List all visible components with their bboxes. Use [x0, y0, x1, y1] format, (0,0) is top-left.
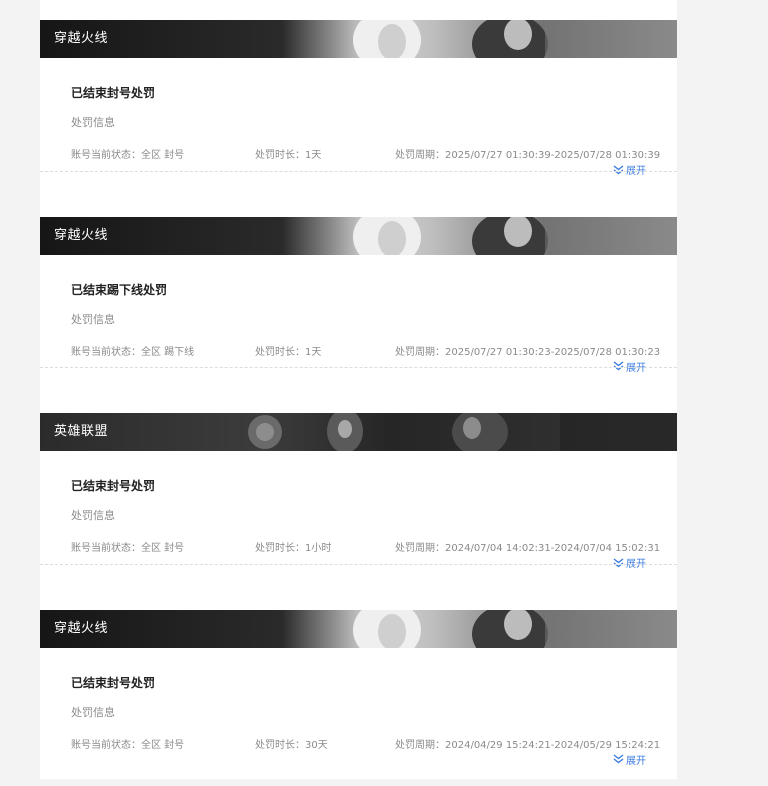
punishment-period: 处罚周期：2025/07/27 01:30:39-2025/07/28 01:3…: [395, 146, 660, 161]
game-name: 穿越火线: [54, 610, 108, 648]
expand-button[interactable]: 展开: [613, 162, 646, 177]
punishment-info-label: 处罚信息: [71, 311, 115, 327]
double-chevron-down-icon: [613, 558, 624, 568]
expand-label: 展开: [626, 752, 646, 767]
punishment-record-list: 穿越火线 已结束封号处罚 处罚信息 账号当前状态：全区 封号 处罚时长：1天 处…: [40, 0, 677, 779]
double-chevron-down-icon: [613, 361, 624, 371]
game-name: 穿越火线: [54, 20, 108, 58]
record-divider: [40, 564, 677, 565]
expand-label: 展开: [626, 555, 646, 570]
punishment-record: 英雄联盟 已结束封号处罚 处罚信息 账号当前状态：全区 封号 处罚时长：1小时 …: [40, 393, 677, 590]
game-banner: 穿越火线: [40, 610, 677, 648]
expand-label: 展开: [626, 359, 646, 374]
account-state: 账号当前状态：全区 封号: [71, 539, 184, 554]
game-name: 英雄联盟: [54, 413, 108, 451]
account-state: 账号当前状态：全区 封号: [71, 146, 184, 161]
punishment-duration: 处罚时长：1天: [255, 146, 321, 161]
punishment-status-title: 已结束封号处罚: [71, 674, 155, 691]
record-divider: [40, 367, 677, 368]
punishment-status-title: 已结束封号处罚: [71, 84, 155, 101]
game-name: 穿越火线: [54, 217, 108, 255]
game-banner: 穿越火线: [40, 20, 677, 58]
punishment-period: 处罚周期：2024/07/04 14:02:31-2024/07/04 15:0…: [395, 539, 660, 554]
punishment-record: 穿越火线 已结束封号处罚 处罚信息 账号当前状态：全区 封号 处罚时长：30天 …: [40, 590, 677, 786]
punishment-info-label: 处罚信息: [71, 114, 115, 130]
punishment-info-label: 处罚信息: [71, 704, 115, 720]
double-chevron-down-icon: [613, 165, 624, 175]
punishment-period: 处罚周期：2024/04/29 15:24:21-2024/05/29 15:2…: [395, 736, 660, 751]
punishment-status-title: 已结束踢下线处罚: [71, 281, 167, 298]
banner-artwork-cf: [40, 217, 677, 255]
banner-artwork-cf: [40, 610, 677, 648]
punishment-record: 穿越火线 已结束封号处罚 处罚信息 账号当前状态：全区 封号 处罚时长：1天 处…: [40, 0, 677, 197]
expand-button[interactable]: 展开: [613, 359, 646, 374]
game-banner: 英雄联盟: [40, 413, 677, 451]
punishment-period: 处罚周期：2025/07/27 01:30:23-2025/07/28 01:3…: [395, 343, 660, 358]
punishment-info-label: 处罚信息: [71, 507, 115, 523]
expand-label: 展开: [626, 162, 646, 177]
punishment-status-title: 已结束封号处罚: [71, 477, 155, 494]
banner-artwork-lol: [40, 413, 677, 451]
account-state: 账号当前状态：全区 踢下线: [71, 343, 194, 358]
punishment-duration: 处罚时长：1小时: [255, 539, 331, 554]
punishment-duration: 处罚时长：1天: [255, 343, 321, 358]
expand-button[interactable]: 展开: [613, 555, 646, 570]
punishment-duration: 处罚时长：30天: [255, 736, 328, 751]
banner-artwork-cf: [40, 20, 677, 58]
expand-button[interactable]: 展开: [613, 752, 646, 767]
double-chevron-down-icon: [613, 754, 624, 764]
punishment-record: 穿越火线 已结束踢下线处罚 处罚信息 账号当前状态：全区 踢下线 处罚时长：1天…: [40, 197, 677, 394]
game-banner: 穿越火线: [40, 217, 677, 255]
account-state: 账号当前状态：全区 封号: [71, 736, 184, 751]
record-divider: [40, 171, 677, 172]
